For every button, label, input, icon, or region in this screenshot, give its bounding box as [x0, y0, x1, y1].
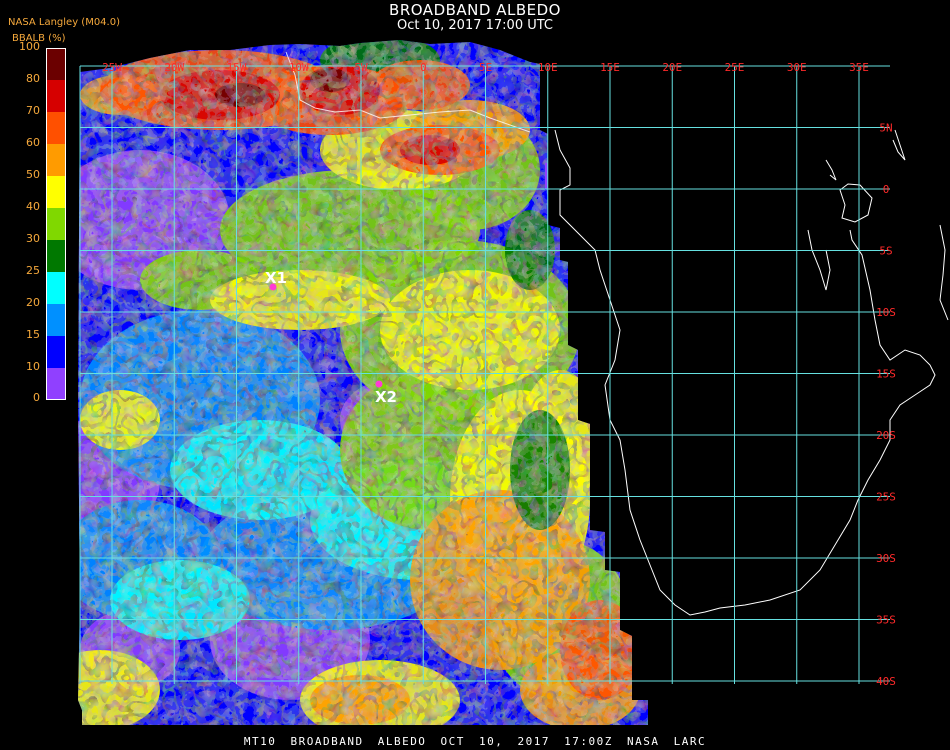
- longitude-label: 15W: [227, 61, 247, 74]
- site-marker-label: X1: [265, 269, 287, 287]
- site-marker-dot: [375, 380, 383, 388]
- longitude-label: 0: [420, 61, 427, 74]
- latitude-label: 20S: [876, 429, 896, 442]
- longitude-label: 15E: [600, 61, 620, 74]
- site-marker-label: X2: [375, 388, 397, 406]
- latitude-label: 40S: [876, 675, 896, 688]
- satellite-map: 25W 20W 15W 10W 5W 0 5E 10E 15E 20E 25E 30E 35E 5N05…: [78, 40, 949, 725]
- longitude-label: 10E: [538, 61, 558, 74]
- latitude-labels: 5N 0 5S 10S 15S 20S 25S 30S 35S 40S: [876, 122, 896, 689]
- latitude-label: 25S: [876, 491, 896, 504]
- latitude-label: 15S: [876, 368, 896, 381]
- latitude-label: 5S: [879, 245, 892, 258]
- longitude-label: 20E: [662, 61, 682, 74]
- longitude-label: 25W: [102, 61, 122, 74]
- latitude-label: 30S: [876, 552, 896, 565]
- longitude-label: 5W: [354, 61, 368, 74]
- latitude-label: 35S: [876, 614, 896, 627]
- latitude-label: 0: [883, 183, 890, 196]
- latitude-label: 10S: [876, 306, 896, 319]
- latitude-label: 5N: [879, 122, 892, 135]
- longitude-label: 5E: [479, 61, 492, 74]
- longitude-label: 25E: [725, 61, 745, 74]
- longitude-label: 35E: [849, 61, 869, 74]
- longitude-label: 20W: [164, 61, 184, 74]
- footer-caption: MT10 BROADBAND ALBEDO OCT 10, 2017 17:00…: [243, 735, 707, 748]
- albedo-field: [78, 40, 648, 725]
- longitude-label: 30E: [787, 61, 807, 74]
- longitude-label: 10W: [289, 61, 309, 74]
